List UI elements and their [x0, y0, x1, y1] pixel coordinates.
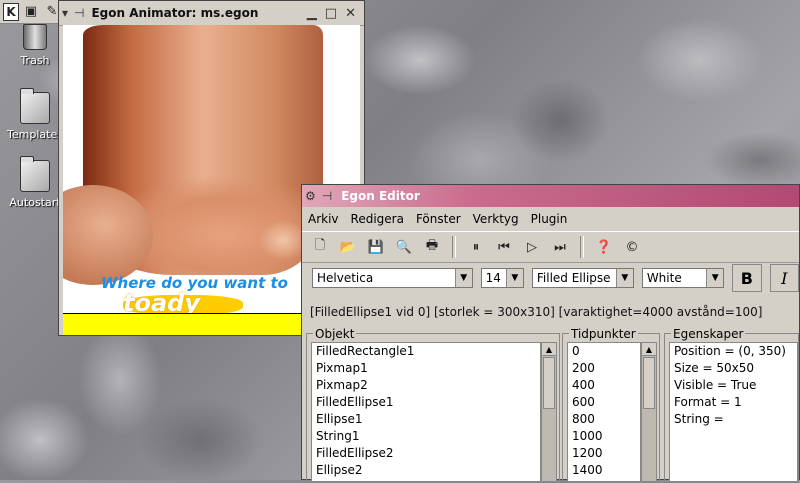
list-item[interactable]: 800	[568, 411, 640, 428]
toolbar-separator	[580, 236, 584, 258]
scroll-thumb[interactable]	[543, 357, 555, 409]
font-family-value: Helvetica	[317, 271, 374, 285]
play-icon[interactable]: ▷	[520, 236, 544, 258]
minimize-icon[interactable]: ▁	[307, 6, 317, 21]
editor-titlebar[interactable]: ⚙ ⊣ Egon Editor	[302, 185, 799, 207]
toolbar-separator	[452, 236, 456, 258]
list-item[interactable]: 0	[568, 343, 640, 360]
open-file-icon[interactable]: 📂	[336, 236, 360, 258]
k-menu-icon[interactable]: K	[3, 2, 19, 21]
list-item[interactable]: Pixmap1	[312, 360, 540, 377]
list-item[interactable]: 1200	[568, 445, 640, 462]
desktop-icon-label: Templates	[7, 128, 63, 141]
list-item[interactable]: Pixmap2	[312, 377, 540, 394]
color-value: White	[646, 271, 682, 285]
list-item[interactable]: 1000	[568, 428, 640, 445]
font-bar: Helvetica ▼ 14 ▼ Filled Ellipse ▼ White …	[302, 263, 799, 293]
scroll-thumb[interactable]	[643, 357, 655, 409]
list-item[interactable]: 1400	[568, 462, 640, 479]
skip-back-icon[interactable]: ⏮	[492, 236, 516, 258]
window-list-icon[interactable]: ▣	[22, 3, 40, 21]
menu-bar: Arkiv Redigera Fönster Verktyg Plugin	[302, 207, 799, 231]
tidpunkter-scrollbar[interactable]: ▲	[641, 342, 657, 482]
toolbar: 🗋 📂 💾 🔍 🖶 ⏸ ⏮ ▷ ⏭ ❓ ©	[302, 231, 799, 263]
objekt-panel: Objekt FilledRectangle1 Pixmap1 Pixmap2 …	[306, 327, 560, 483]
window-menu-icon[interactable]: ▾	[62, 6, 68, 20]
objekt-label: Objekt	[313, 327, 357, 341]
desktop-icon-label: Trash	[20, 54, 50, 67]
help-icon[interactable]: ❓	[592, 236, 616, 258]
editor-window: ⚙ ⊣ Egon Editor Arkiv Redigera Fönster V…	[301, 184, 800, 483]
tidpunkter-label: Tidpunkter	[569, 327, 638, 341]
objekt-list[interactable]: FilledRectangle1 Pixmap1 Pixmap2 FilledE…	[311, 342, 541, 482]
egenskaper-panel: Egenskaper Position = (0, 350) Size = 50…	[664, 327, 799, 483]
property-item[interactable]: Visible = True	[670, 377, 797, 394]
window-menu-icon[interactable]: ⚙	[305, 189, 316, 203]
font-size-select[interactable]: 14 ▼	[480, 268, 524, 288]
copyright-icon[interactable]: ©	[620, 236, 644, 258]
shape-select[interactable]: Filled Ellipse ▼	[531, 268, 634, 288]
tidpunkter-panel: Tidpunkter 0 200 400 600 800 1000 1200 1…	[562, 327, 660, 483]
italic-button[interactable]: I	[769, 264, 799, 292]
maximize-icon[interactable]: □	[325, 6, 337, 21]
folder-icon	[20, 88, 50, 124]
font-family-select[interactable]: Helvetica ▼	[312, 268, 473, 288]
list-item[interactable]: Ellipse2	[312, 462, 540, 479]
trash-icon	[23, 24, 47, 50]
pin-icon[interactable]: ⊣	[74, 6, 84, 20]
editor-title: Egon Editor	[341, 189, 420, 203]
list-item[interactable]: 400	[568, 377, 640, 394]
list-item[interactable]: 200	[568, 360, 640, 377]
color-select[interactable]: White ▼	[641, 268, 725, 288]
tidpunkter-list[interactable]: 0 200 400 600 800 1000 1200 1400	[567, 342, 641, 482]
desktop-icon-label: Autostart	[9, 196, 61, 209]
egenskaper-label: Egenskaper	[671, 327, 746, 341]
list-item[interactable]: String1	[312, 428, 540, 445]
status-line: [FilledEllipse1 vid 0] [storlek = 300x31…	[310, 305, 763, 319]
shape-value: Filled Ellipse	[536, 271, 611, 285]
menu-redigera[interactable]: Redigera	[351, 212, 404, 226]
menu-fonster[interactable]: Fönster	[416, 212, 461, 226]
save-icon[interactable]: 💾	[364, 236, 388, 258]
list-item[interactable]: FilledEllipse1	[312, 394, 540, 411]
egenskaper-list[interactable]: Position = (0, 350) Size = 50x50 Visible…	[669, 342, 798, 482]
list-item[interactable]: Ellipse1	[312, 411, 540, 428]
scroll-up-icon[interactable]: ▲	[642, 343, 656, 356]
list-item[interactable]: FilledEllipse2	[312, 445, 540, 462]
objekt-scrollbar[interactable]: ▲	[541, 342, 557, 482]
list-item[interactable]: FilledRectangle1	[312, 343, 540, 360]
menu-plugin[interactable]: Plugin	[531, 212, 568, 226]
folder-icon	[20, 156, 50, 192]
property-item[interactable]: Format = 1	[670, 394, 797, 411]
bold-button[interactable]: B	[732, 264, 762, 292]
menu-verktyg[interactable]: Verktyg	[473, 212, 519, 226]
chevron-down-icon[interactable]: ▼	[454, 269, 472, 287]
animator-titlebar[interactable]: ▾ ⊣ Egon Animator: ms.egon ▁ □ ✕	[59, 1, 364, 26]
font-size-value: 14	[485, 271, 501, 285]
close-icon[interactable]: ✕	[345, 6, 356, 21]
skip-forward-icon[interactable]: ⏭	[548, 236, 572, 258]
property-item[interactable]: Position = (0, 350)	[670, 343, 797, 360]
preview-icon[interactable]: 🔍	[392, 236, 416, 258]
list-item[interactable]: 600	[568, 394, 640, 411]
pause-icon[interactable]: ⏸	[464, 236, 488, 258]
scroll-up-icon[interactable]: ▲	[542, 343, 556, 356]
animator-title: Egon Animator: ms.egon	[91, 6, 259, 20]
chevron-down-icon[interactable]: ▼	[706, 269, 724, 287]
print-icon[interactable]: 🖶	[420, 236, 444, 258]
menu-arkiv[interactable]: Arkiv	[308, 212, 339, 226]
property-item[interactable]: String =	[670, 411, 797, 428]
pin-icon[interactable]: ⊣	[322, 189, 332, 203]
property-item[interactable]: Size = 50x50	[670, 360, 797, 377]
chevron-down-icon[interactable]: ▼	[615, 269, 633, 287]
chevron-down-icon[interactable]: ▼	[505, 269, 523, 287]
new-file-icon[interactable]: 🗋	[308, 236, 332, 258]
